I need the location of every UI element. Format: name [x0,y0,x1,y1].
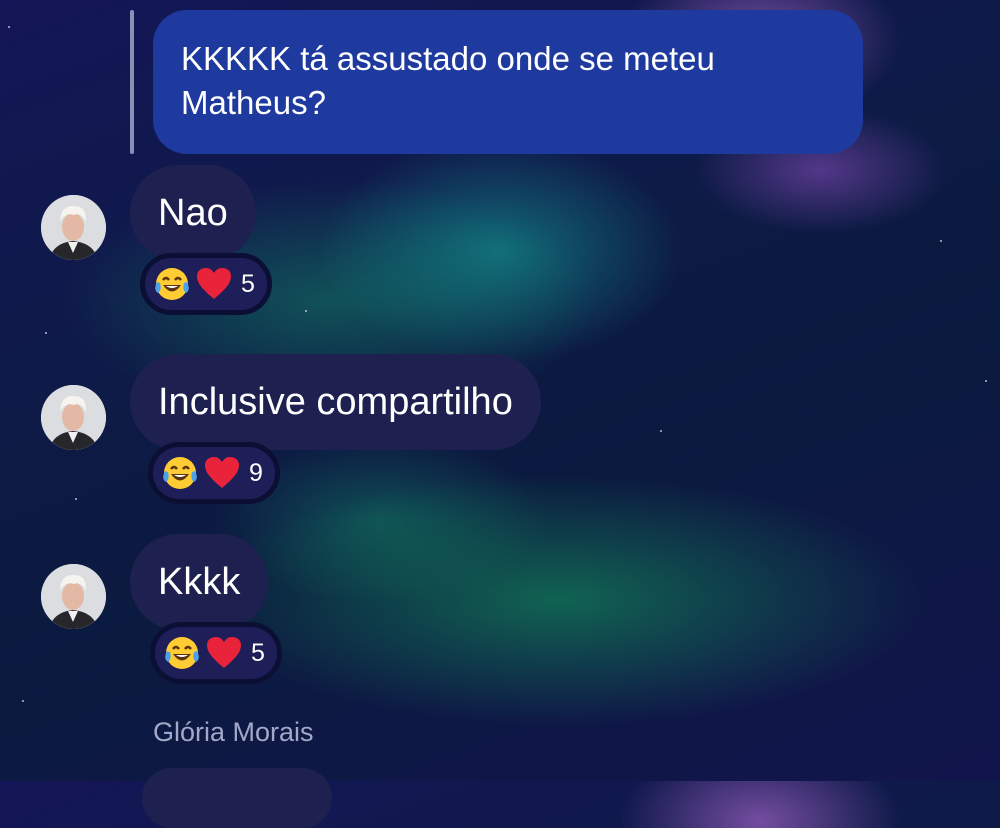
sender-name: Glória Morais [153,717,314,747]
red-heart-emoji-icon [203,453,241,493]
reaction-count: 5 [251,638,265,667]
avatar[interactable] [41,385,106,450]
reactions-pill[interactable]: 5 [150,622,282,684]
message-bubble[interactable]: Kkkk [130,534,269,630]
thread-line [130,10,134,154]
red-heart-emoji-icon [205,633,243,673]
avatar[interactable] [41,564,106,629]
star-dot [940,240,942,242]
avatar[interactable] [41,195,106,260]
message-text: Nao [158,192,228,234]
reactions-pill[interactable]: 9 [148,442,280,504]
star-dot [660,430,662,432]
message-bubble-partial[interactable] [142,768,332,828]
reaction-count: 9 [249,458,263,487]
avatar-photo-icon [41,195,106,260]
red-heart-emoji-icon [195,264,233,304]
avatar-photo-icon [41,385,106,450]
message-bubble[interactable]: Nao [130,165,256,261]
star-dot [305,310,307,312]
star-dot [45,332,47,334]
star-dot [8,26,10,28]
message-text: Inclusive compartilho [158,381,513,423]
avatar-photo-icon [41,564,106,629]
laughing-tears-emoji-icon [163,633,201,673]
laughing-tears-emoji-icon [153,264,191,304]
star-dot [22,700,24,702]
reaction-count: 5 [241,269,255,298]
star-dot [985,380,987,382]
reactions-pill[interactable]: 5 [140,253,272,315]
message-bubble[interactable]: Inclusive compartilho [130,354,541,450]
message-text: Kkkk [158,561,241,603]
sent-message-bubble[interactable]: KKKKK tá assustado onde se meteu Matheus… [153,10,863,154]
sent-message-text: KKKKK tá assustado onde se meteu Matheus… [181,40,715,121]
star-dot [75,498,77,500]
laughing-tears-emoji-icon [161,453,199,493]
